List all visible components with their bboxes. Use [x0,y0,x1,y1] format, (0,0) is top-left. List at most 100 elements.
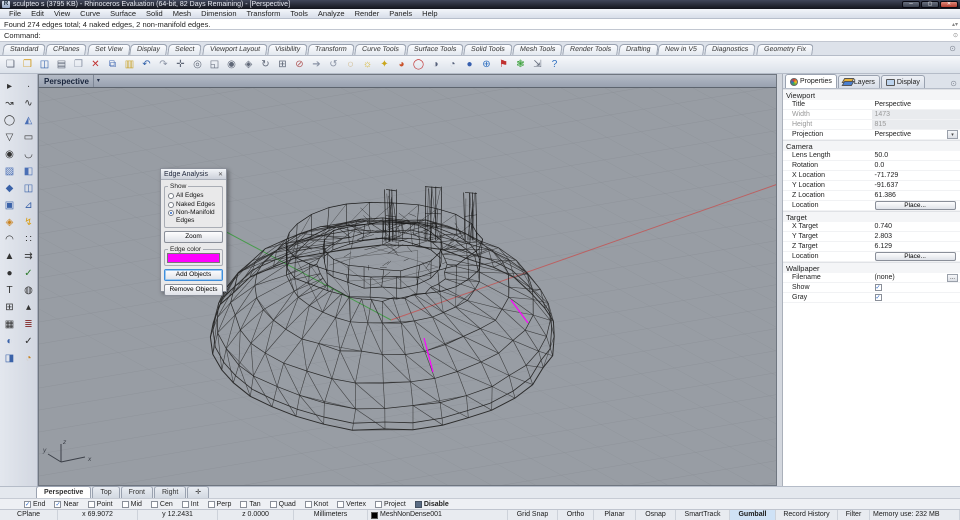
menu-tools[interactable]: Tools [285,9,313,19]
add-viewport-tab-icon[interactable]: ✛ [187,486,210,498]
toolbar-tab-surface-tools[interactable]: Surface Tools [405,44,464,55]
redo-icon[interactable]: ↷ [156,57,171,72]
radio-non-manifold-edges[interactable]: Non-Manifold Edges [167,209,220,224]
status-osnap[interactable]: Osnap [636,510,676,520]
move-icon[interactable]: ➔ [309,57,324,72]
panel-tab-layers[interactable]: Layers [837,75,880,88]
edge-color-swatch[interactable] [167,253,220,263]
toolbar-tab-render-tools[interactable]: Render Tools [562,44,619,55]
status-ortho[interactable]: Ortho [558,510,594,520]
menu-help[interactable]: Help [417,9,442,19]
osnap-int[interactable]: Int [181,500,199,508]
open-file-icon[interactable]: ❒ [20,57,35,72]
undo-icon[interactable]: ↶ [139,57,154,72]
property-value[interactable]: 0.740 [872,222,960,231]
viewport-tab-front[interactable]: Front [120,486,153,498]
dimension-tool-icon[interactable]: ◍ [20,282,37,299]
zoom-button[interactable]: Zoom [164,231,223,243]
transform-tool-icon[interactable]: ▲ [1,248,18,265]
command-history[interactable]: Found 274 edges total; 4 naked edges, 2 … [0,19,960,30]
zoom-dynamic-icon[interactable]: ◉ [224,57,239,72]
pan-icon[interactable]: ✛ [173,57,188,72]
rotate-view-icon[interactable]: ↻ [258,57,273,72]
property-value[interactable]: (none)... [872,273,960,282]
maximize-button[interactable]: ▢ [921,1,939,8]
history-scrollbar[interactable]: ▴▾ [952,21,960,28]
curve-from-obj-icon[interactable]: ● [1,265,18,282]
menu-file[interactable]: File [4,9,26,19]
osnap-checkbox-icon[interactable] [414,500,422,508]
toolbar-tab-mesh-tools[interactable]: Mesh Tools [511,44,563,55]
rectangle-tool-icon[interactable]: ▭ [20,129,37,146]
array-tool-icon[interactable]: ⇉ [20,248,37,265]
viewport-tab-right[interactable]: Right [153,486,187,498]
circle-tool-icon[interactable]: ◯ [1,112,18,129]
box-tool-icon[interactable]: ◆ [1,180,18,197]
osnap-knot[interactable]: Knot [304,500,328,508]
menu-dimension[interactable]: Dimension [196,9,241,19]
menu-surface[interactable]: Surface [105,9,141,19]
toolbar-tab-standard[interactable]: Standard [2,44,47,55]
property-value[interactable]: 0.0 [872,161,960,170]
print-icon[interactable]: ▤ [54,57,69,72]
osnap-cen[interactable]: Cen [150,500,173,508]
toolbar-tab-drafting[interactable]: Drafting [618,44,659,55]
lightbulb-icon[interactable]: ☼ [360,57,375,72]
osnap-checkbox-icon[interactable] [121,500,129,508]
viewport-tab-top[interactable]: Top [92,486,120,498]
toolbar-tab-visibility[interactable]: Visibility [267,44,308,55]
property-value[interactable]: 6.129 [872,242,960,251]
globe-icon[interactable]: ⊕ [479,57,494,72]
explode-tool-icon[interactable]: ↯ [20,214,37,231]
osnap-disable[interactable]: Disable [414,500,449,508]
radio-naked-edges[interactable]: Naked Edges [167,201,220,209]
polyline-tool-icon[interactable]: ∿ [20,95,37,112]
status-filter[interactable]: Filter [838,510,870,520]
point-tool-icon[interactable]: ∙ [20,78,37,95]
analyze-tool-icon[interactable]: ✓ [20,265,37,282]
extrude-tool-icon[interactable]: ▣ [1,197,18,214]
osnap-vertex[interactable]: Vertex [337,500,366,508]
place-button[interactable]: Place... [874,252,956,261]
close-button[interactable]: ✕ [940,1,958,8]
toolbar-tab-new-in-v5[interactable]: New in V5 [657,44,706,55]
toolbar-tab-transform[interactable]: Transform [307,44,355,55]
layer-tool-icon[interactable]: ◨ [1,350,18,367]
menu-curve[interactable]: Curve [75,9,105,19]
checkbox-icon[interactable]: ✓ [874,284,882,291]
property-value[interactable]: Perspective ▾ [872,130,960,139]
osnap-checkbox-icon[interactable] [207,500,215,508]
hide-icon[interactable]: ⊘ [292,57,307,72]
osnap-checkbox-icon[interactable] [269,500,277,508]
viewport-canvas[interactable]: zyx [39,88,777,486]
zoom-icon[interactable]: ◎ [190,57,205,72]
visibility-tool-icon[interactable]: ◐ [1,333,18,350]
status-smarttrack[interactable]: SmartTrack [676,510,730,520]
property-value[interactable]: ✓ [872,293,960,302]
dialog-close-icon[interactable]: ✕ [218,171,223,178]
viewport-layout-icon[interactable]: ⊞ [275,57,290,72]
hatch-tool-icon[interactable]: ⊞ [1,299,18,316]
panel-tab-display[interactable]: Display [880,75,925,88]
osnap-project[interactable]: Project [375,500,406,508]
toolbar-tab-viewport-layout[interactable]: Viewport Layout [202,44,268,55]
panel-options-icon[interactable]: ⊙ [950,79,957,88]
material-tool-icon[interactable]: ◔ [20,350,37,367]
xray-view-icon[interactable]: ◔ [445,57,460,72]
toolbar-tab-curve-tools[interactable]: Curve Tools [353,44,407,55]
curve-edit-icon[interactable]: ◡ [20,146,37,163]
property-value[interactable]: 2.803 [872,232,960,241]
osnap-checkbox-icon[interactable]: ✓ [54,500,62,508]
osnap-checkbox-icon[interactable] [304,500,312,508]
osnap-checkbox-icon[interactable] [150,500,158,508]
minimize-button[interactable]: ─ [902,1,920,8]
join-tool-icon[interactable]: ∷ [20,231,37,248]
command-input[interactable]: Command: ⊙ [0,30,960,42]
tab-options-icon[interactable]: ⊙ [949,43,956,55]
edge-analysis-title-bar[interactable]: Edge Analysis ✕ [161,169,226,180]
viewport-title-bar[interactable]: Perspective ▾ [38,74,777,88]
polygon-tool-icon[interactable]: ▽ [1,129,18,146]
property-value[interactable]: 61.386 [872,191,960,200]
sphere-tool-icon[interactable]: ◫ [20,180,37,197]
boolean-tool-icon[interactable]: ⊿ [20,197,37,214]
